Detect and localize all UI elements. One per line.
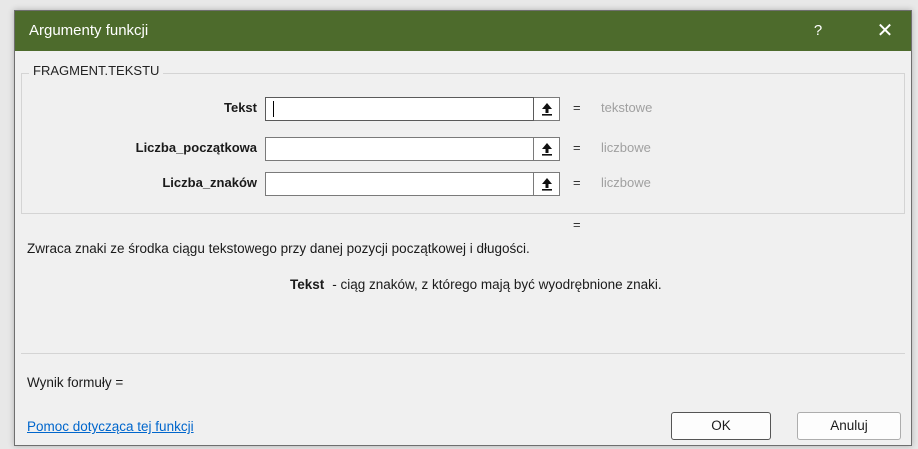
arrow-up-icon [541,103,552,116]
function-name: FRAGMENT.TEKSTU [29,63,164,78]
equals-sign: = [573,175,581,190]
equals-sign: = [573,140,581,155]
arrow-up-icon [541,178,552,191]
close-icon[interactable]: ✕ [867,17,903,45]
argument-description-text: - ciąg znaków, z którego mają być wyodrę… [332,277,662,292]
cancel-button[interactable]: Anuluj [797,412,901,440]
argument-description-name: Tekst [290,277,325,292]
function-description: Zwraca znaki ze środka ciągu tekstowego … [27,241,530,256]
tekst-input[interactable] [265,97,534,121]
argument-label: Tekst [224,100,257,115]
arrow-up-icon [541,143,552,156]
dialog-title: Argumenty funkcji [29,22,149,39]
collapse-dialog-button[interactable] [534,172,560,196]
formula-result-label: Wynik formuły = [27,375,124,390]
argument-row-liczba-poczatkowa: Liczba_początkowa = liczbowe [15,137,913,161]
argument-row-liczba-znakow: Liczba_znaków = liczbowe [15,172,913,196]
collapse-dialog-button[interactable] [534,97,560,121]
liczba-znakow-input[interactable] [265,172,534,196]
argument-description: Tekst - ciąg znaków, z którego mają być w… [290,277,662,292]
argument-label: Liczba_początkowa [135,140,257,155]
argument-row-tekst: Tekst = tekstowe [15,97,913,121]
collapse-dialog-button[interactable] [534,137,560,161]
argument-result: tekstowe [601,100,653,115]
function-result-equals: = [573,217,581,232]
divider [21,353,905,354]
argument-label: Liczba_znaków [162,175,257,190]
help-icon[interactable]: ? [803,17,833,45]
ok-button[interactable]: OK [671,412,771,440]
argument-result: liczbowe [601,175,651,190]
title-bar: Argumenty funkcji ? ✕ [15,11,911,51]
function-arguments-dialog: Argumenty funkcji ? ✕ FRAGMENT.TEKSTU Te… [14,10,912,446]
help-link[interactable]: Pomoc dotycząca tej funkcji [27,419,194,434]
text-caret [273,101,274,117]
liczba-poczatkowa-input[interactable] [265,137,534,161]
equals-sign: = [573,100,581,115]
argument-result: liczbowe [601,140,651,155]
